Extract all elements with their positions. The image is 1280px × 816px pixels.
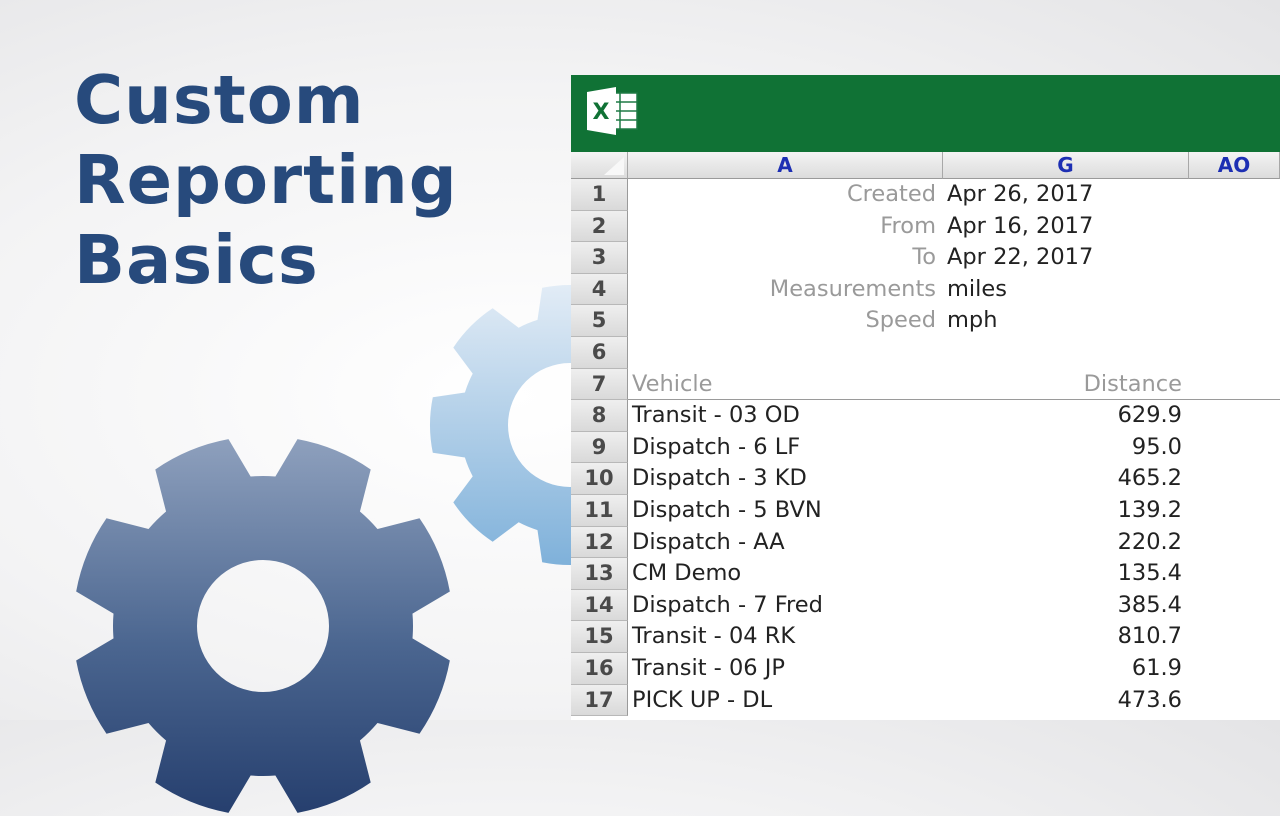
title-line-1: Custom — [74, 61, 365, 139]
row-header[interactable]: 15 — [571, 621, 628, 653]
column-header-a[interactable]: A — [628, 152, 943, 179]
column-header-ao[interactable]: AO — [1189, 152, 1280, 179]
row-header[interactable]: 12 — [571, 526, 628, 559]
row-header[interactable]: 17 — [571, 684, 628, 717]
row-header[interactable]: 13 — [571, 558, 628, 590]
row-header[interactable]: 10 — [571, 463, 628, 495]
vehicle-cell[interactable]: Dispatch - 3 KD — [632, 463, 807, 495]
row-header[interactable]: 8 — [571, 400, 628, 432]
excel-icon: X — [587, 87, 638, 135]
meta-label-cell[interactable]: Speed — [628, 305, 936, 337]
row-header[interactable]: 5 — [571, 305, 628, 337]
vehicle-cell[interactable]: PICK UP - DL — [632, 685, 772, 717]
row-header[interactable]: 11 — [571, 495, 628, 527]
vehicle-column-label[interactable]: Vehicle — [632, 369, 712, 401]
vehicle-cell[interactable]: Dispatch - 5 BVN — [632, 495, 822, 527]
row-header[interactable]: 2 — [571, 210, 628, 243]
meta-value-cell[interactable]: Apr 16, 2017 — [947, 211, 1093, 243]
meta-label-cell[interactable]: Created — [628, 179, 936, 211]
meta-value-cell[interactable]: Apr 26, 2017 — [947, 179, 1093, 211]
spreadsheet: X A G AO 1 Created Apr 26, 2017 2 From Apr 16… — [571, 75, 1280, 720]
excel-icon-letter: X — [593, 100, 610, 125]
row-header[interactable]: 9 — [571, 431, 628, 464]
select-all-corner[interactable] — [571, 152, 628, 179]
vehicle-cell[interactable]: Transit - 06 JP — [632, 653, 785, 685]
distance-cell[interactable]: 473.6 — [943, 685, 1182, 717]
vehicle-cell[interactable]: Dispatch - AA — [632, 527, 785, 559]
distance-cell[interactable]: 139.2 — [943, 495, 1182, 527]
row-header[interactable]: 4 — [571, 273, 628, 306]
distance-cell[interactable]: 629.9 — [943, 400, 1182, 432]
distance-cell[interactable]: 95.0 — [943, 432, 1182, 464]
distance-column-label[interactable]: Distance — [943, 369, 1182, 401]
row-header[interactable]: 3 — [571, 242, 628, 274]
meta-value-cell[interactable]: Apr 22, 2017 — [947, 242, 1093, 274]
distance-cell[interactable]: 220.2 — [943, 527, 1182, 559]
distance-cell[interactable]: 465.2 — [943, 463, 1182, 495]
title-line-2: Reporting — [74, 141, 458, 219]
title-line-3: Basics — [74, 221, 319, 299]
meta-value-cell[interactable]: mph — [947, 305, 997, 337]
vehicle-cell[interactable]: Dispatch - 7 Fred — [632, 590, 823, 622]
row-header[interactable]: 16 — [571, 653, 628, 685]
vehicle-cell[interactable]: Transit - 03 OD — [632, 400, 800, 432]
vehicle-cell[interactable]: CM Demo — [632, 558, 741, 590]
gear-icon-large — [76, 439, 450, 813]
meta-label-cell[interactable]: Measurements — [628, 274, 936, 306]
row-header[interactable]: 7 — [571, 368, 628, 401]
meta-label-cell[interactable]: To — [628, 242, 936, 274]
distance-cell[interactable]: 385.4 — [943, 590, 1182, 622]
row-header[interactable]: 6 — [571, 337, 628, 369]
page-title: Custom Reporting Basics — [74, 60, 458, 300]
distance-cell[interactable]: 61.9 — [943, 653, 1182, 685]
meta-value-cell[interactable]: miles — [947, 274, 1007, 306]
distance-cell[interactable]: 135.4 — [943, 558, 1182, 590]
vehicle-cell[interactable]: Transit - 04 RK — [632, 621, 795, 653]
vehicle-cell[interactable]: Dispatch - 6 LF — [632, 432, 800, 464]
column-header-g[interactable]: G — [943, 152, 1189, 179]
meta-label-cell[interactable]: From — [628, 211, 936, 243]
row-header[interactable]: 14 — [571, 589, 628, 622]
distance-cell[interactable]: 810.7 — [943, 621, 1182, 653]
excel-header-bar: X — [571, 75, 1280, 152]
row-header[interactable]: 1 — [571, 179, 628, 211]
